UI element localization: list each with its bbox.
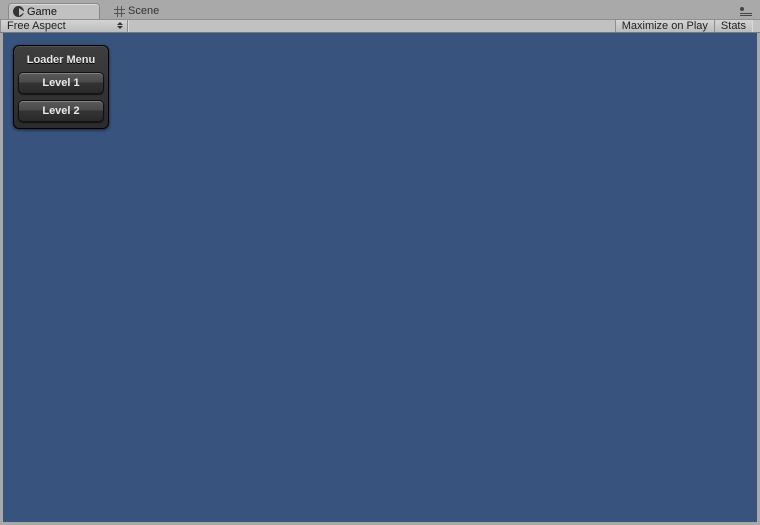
control-tail [752,20,760,32]
maximize-label: Maximize on Play [622,20,708,32]
game-viewport: Loader Menu Level 1 Level 2 [3,33,757,522]
tab-options-icon[interactable] [740,7,752,14]
tab-scene-label: Scene [128,3,159,19]
aspect-ratio-select[interactable]: Free Aspect [0,20,128,32]
aspect-ratio-label: Free Aspect [7,20,66,32]
control-spacer [128,20,615,32]
stats-label: Stats [721,20,746,32]
tab-game-label: Game [27,4,57,20]
scene-grid-icon [114,6,125,17]
updown-icon [117,22,123,29]
tab-scene[interactable]: Scene [110,3,190,19]
game-control-bar: Free Aspect Maximize on Play Stats [0,19,760,33]
level-2-button[interactable]: Level 2 [18,100,104,122]
loader-menu-title: Loader Menu [18,50,104,72]
game-icon [13,6,24,17]
maximize-on-play-button[interactable]: Maximize on Play [615,20,714,32]
level-1-button[interactable]: Level 1 [18,72,104,94]
tab-game[interactable]: Game [8,3,100,19]
loader-menu-window[interactable]: Loader Menu Level 1 Level 2 [13,45,109,129]
stats-button[interactable]: Stats [714,20,752,32]
tab-bar: Game Scene [0,0,760,19]
